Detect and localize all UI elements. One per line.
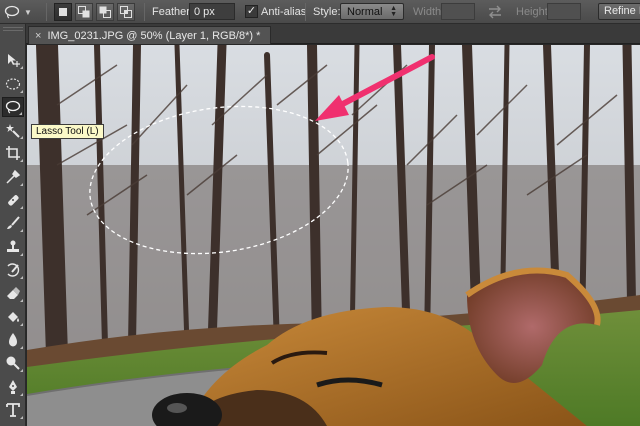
subtract-from-selection-button[interactable] — [96, 3, 114, 21]
eraser-tool[interactable] — [2, 283, 24, 303]
tool-group-indicator — [20, 66, 23, 69]
canvas-photo — [27, 45, 640, 426]
tool-group-indicator — [20, 299, 23, 302]
intersect-selection-icon — [120, 6, 132, 18]
options-bar: ▼ Feather: ✓ Anti-alias Style: Normal ▲▼… — [0, 0, 640, 24]
divider — [144, 3, 145, 21]
new-selection-icon — [59, 8, 67, 16]
dodge-tool-icon — [6, 356, 20, 370]
eyedropper-tool-icon — [6, 169, 21, 184]
style-label: Style: — [313, 6, 341, 18]
blur-tool[interactable] — [2, 330, 24, 350]
tool-group-indicator — [20, 183, 23, 186]
width-label: Width: — [413, 6, 445, 18]
subtract-from-selection-icon — [99, 6, 111, 18]
tool-group-indicator — [20, 229, 23, 232]
tool-group-indicator — [20, 159, 23, 162]
anti-alias-label: Anti-alias — [261, 6, 307, 18]
crop-tool-icon — [6, 146, 20, 160]
height-label: Height: — [516, 6, 551, 18]
tool-group-indicator — [20, 90, 23, 93]
pen-tool[interactable] — [2, 377, 24, 397]
add-to-selection-button[interactable] — [75, 3, 93, 21]
elliptical-marquee-tool[interactable] — [2, 74, 24, 94]
style-select[interactable]: Normal ▲ ▼ — [340, 3, 404, 20]
add-to-selection-icon — [78, 6, 90, 18]
paint-bucket-tool[interactable] — [2, 307, 24, 327]
blur-tool-icon — [9, 333, 17, 347]
eraser-tool-icon — [7, 287, 20, 299]
tool-group-indicator — [20, 369, 23, 372]
pen-tool-icon — [9, 380, 17, 394]
document-title: IMG_0231.JPG @ 50% (Layer 1, RGB/8*) * — [47, 29, 261, 42]
feather-label: Feather: — [152, 6, 193, 18]
height-input[interactable] — [547, 3, 581, 20]
document-tab[interactable]: × IMG_0231.JPG @ 50% (Layer 1, RGB/8*) * — [28, 26, 272, 44]
document-tab-bar: × IMG_0231.JPG @ 50% (Layer 1, RGB/8*) * — [0, 24, 640, 44]
clone-stamp-tool[interactable] — [2, 237, 24, 257]
history-brush-tool[interactable] — [2, 260, 24, 280]
swap-arrows-icon[interactable] — [487, 5, 503, 19]
crop-tool[interactable] — [2, 143, 24, 163]
width-input[interactable] — [441, 3, 475, 20]
move-tool-icon — [8, 54, 20, 67]
type-tool-icon — [6, 403, 20, 417]
tools-panel — [0, 24, 26, 426]
divider — [46, 3, 47, 21]
intersect-selection-button[interactable] — [117, 3, 135, 21]
chevron-down-icon: ▼ — [24, 7, 32, 17]
new-selection-button[interactable] — [54, 3, 72, 21]
quick-selection-tool[interactable] — [2, 120, 24, 140]
lasso-tool[interactable] — [2, 97, 24, 117]
style-value: Normal — [347, 5, 383, 18]
tool-group-indicator — [19, 112, 22, 115]
quick-selection-tool-icon — [6, 124, 20, 138]
dodge-tool[interactable] — [2, 353, 24, 373]
lasso-icon — [4, 5, 20, 19]
feather-input[interactable] — [189, 3, 235, 20]
divider — [305, 3, 306, 21]
tool-group-indicator — [20, 276, 23, 279]
spot-healing-brush-tool[interactable] — [2, 190, 24, 210]
select-arrows-icon: ▲ ▼ — [390, 4, 397, 18]
close-icon[interactable]: × — [35, 30, 41, 42]
clone-stamp-tool-icon — [7, 240, 19, 252]
tool-group-indicator — [20, 206, 23, 209]
eyedropper-tool[interactable] — [2, 167, 24, 187]
tool-group-indicator — [20, 136, 23, 139]
brush-tool[interactable] — [2, 213, 24, 233]
document-canvas[interactable] — [27, 45, 640, 426]
tooltip: Lasso Tool (L) — [31, 124, 104, 139]
brush-tool-icon — [7, 216, 20, 229]
elliptical-marquee-tool-icon — [5, 78, 21, 90]
panel-grip[interactable] — [3, 27, 23, 31]
tool-group-indicator — [20, 323, 23, 326]
type-tool[interactable] — [2, 400, 24, 420]
move-tool[interactable] — [2, 50, 24, 70]
spot-healing-brush-icon — [8, 195, 19, 206]
tool-group-indicator — [20, 346, 23, 349]
tool-group-indicator — [20, 253, 23, 256]
tool-group-indicator — [20, 393, 23, 396]
tool-group-indicator — [20, 416, 23, 419]
history-brush-icon — [7, 263, 20, 277]
paint-bucket-icon — [8, 312, 19, 322]
refine-edge-button[interactable]: Refine Edge... — [598, 3, 640, 20]
tool-preset-picker[interactable]: ▼ — [4, 0, 40, 24]
anti-alias-checkbox[interactable]: ✓ — [245, 5, 258, 18]
